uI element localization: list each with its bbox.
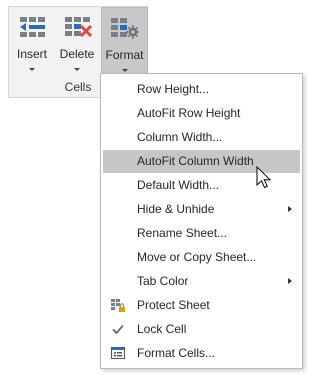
format-label: Format xyxy=(105,48,144,62)
menu-item-autofit-row-height[interactable]: AutoFit Row Height xyxy=(103,102,300,125)
menu-item-tab-color[interactable]: Tab Color xyxy=(103,270,300,293)
menu-item-label: Tab Color xyxy=(137,274,189,288)
format-cells-gear-icon xyxy=(111,18,139,39)
menu-item-label: Hide & Unhide xyxy=(137,202,215,216)
menu-item-label: Protect Sheet xyxy=(137,298,210,312)
protect-sheet-icon xyxy=(111,299,125,312)
menu-item-label: AutoFit Column Width xyxy=(137,154,254,168)
menu-item-label: Rename Sheet... xyxy=(137,226,228,240)
menu-item-column-width[interactable]: Column Width... xyxy=(103,126,300,149)
format-button[interactable]: Format xyxy=(101,7,148,81)
menu-item-label: Column Width... xyxy=(137,130,223,144)
insert-label: Insert xyxy=(16,47,47,61)
chevron-down-icon xyxy=(121,69,128,72)
chevron-down-icon xyxy=(29,68,35,71)
chevron-down-icon xyxy=(74,68,80,71)
mouse-pointer-icon xyxy=(256,166,272,189)
menu-item-label: AutoFit Row Height xyxy=(137,106,241,120)
delete-cells-icon xyxy=(65,17,93,38)
chevron-right-icon xyxy=(288,206,292,212)
menu-item-label: Format Cells... xyxy=(137,346,216,360)
menu-item-lock-cell[interactable]: Lock Cell xyxy=(103,318,300,341)
chevron-right-icon xyxy=(288,278,292,284)
menu-item-move-copy-sheet[interactable]: Move or Copy Sheet... xyxy=(103,246,300,269)
delete-button[interactable]: Delete xyxy=(55,7,99,79)
menu-item-format-cells[interactable]: Format Cells... xyxy=(103,342,300,365)
menu-item-label: Default Width... xyxy=(137,178,220,192)
menu-item-rename-sheet[interactable]: Rename Sheet... xyxy=(103,222,300,245)
insert-cells-icon xyxy=(20,17,45,37)
menu-item-hide-unhide[interactable]: Hide & Unhide xyxy=(103,198,300,221)
menu-item-label: Row Height... xyxy=(137,82,210,96)
format-dropdown-menu: Row Height... AutoFit Row Height Column … xyxy=(100,73,303,369)
menu-item-row-height[interactable]: Row Height... xyxy=(103,78,300,101)
checkmark-icon xyxy=(112,324,124,335)
delete-label: Delete xyxy=(59,47,95,61)
menu-item-label: Move or Copy Sheet... xyxy=(137,250,257,264)
menu-item-label: Lock Cell xyxy=(137,322,187,336)
menu-item-protect-sheet[interactable]: Protect Sheet xyxy=(103,294,300,317)
format-cells-icon xyxy=(111,347,125,359)
insert-button[interactable]: Insert xyxy=(9,7,55,79)
